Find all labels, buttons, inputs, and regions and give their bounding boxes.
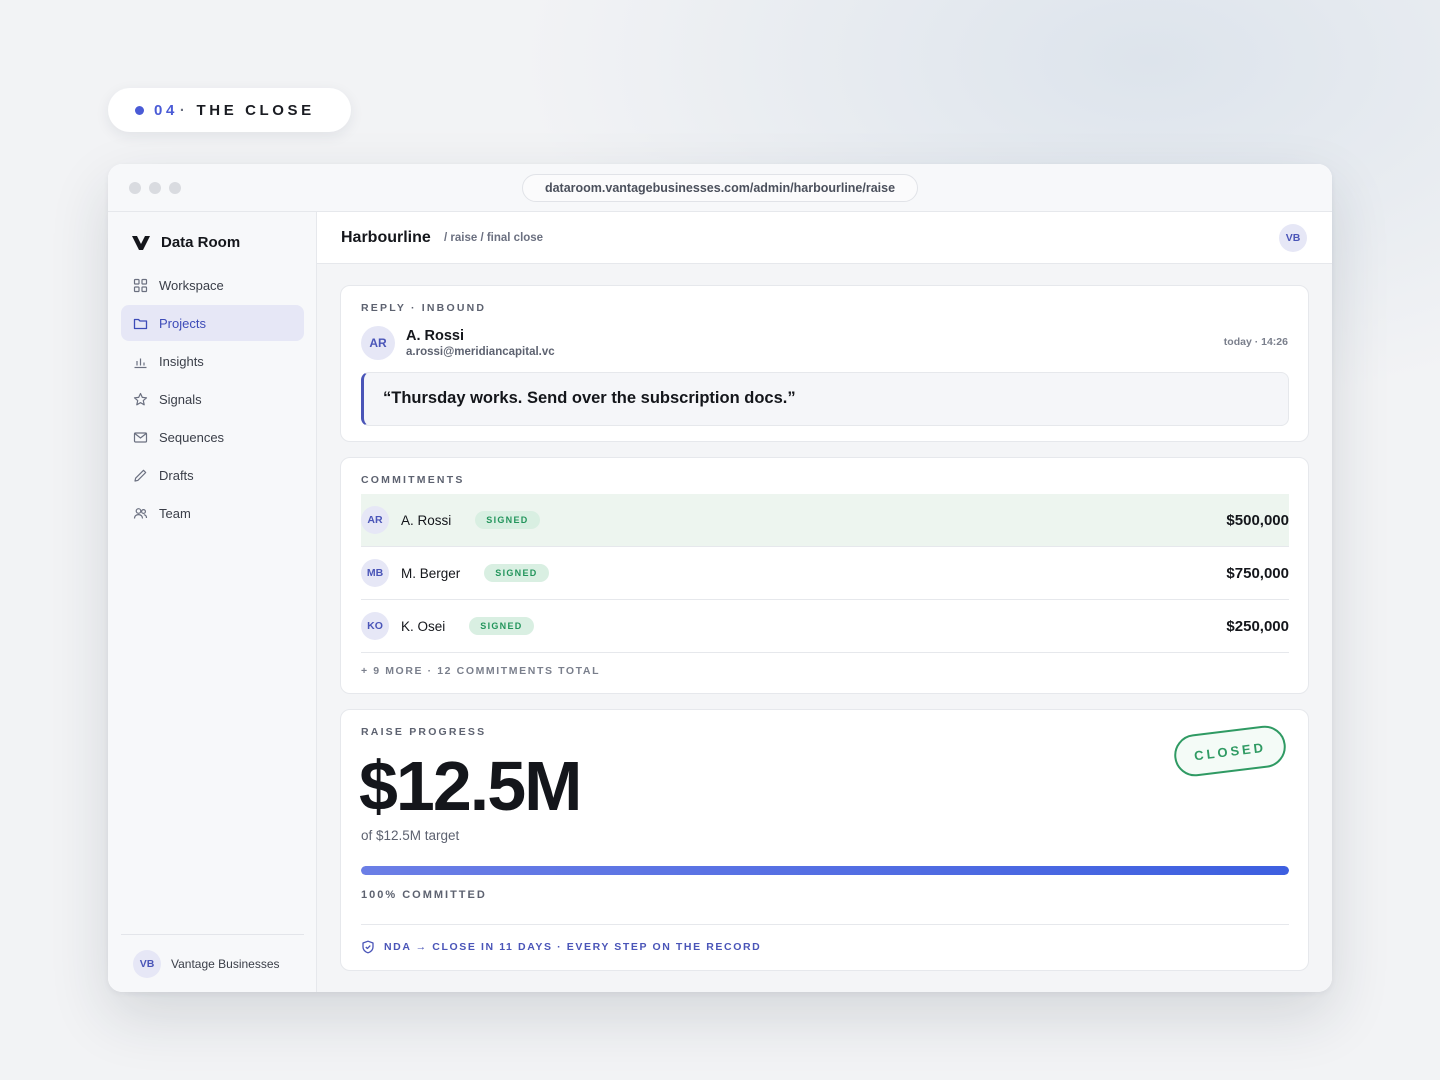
browser-window: dataroom.vantagebusinesses.com/admin/har… [108,164,1332,992]
commitments-list: AR A. Rossi SIGNED $500,000 MB M. Berger… [361,494,1289,653]
investor-name: K. Osei [401,618,446,634]
raise-label: RAISE PROGRESS [361,726,487,738]
raise-amount: $12.5M [359,747,582,825]
commitments-label: COMMITMENTS [361,474,465,486]
user-avatar[interactable]: VB [1279,224,1307,252]
progress-fill [361,866,1289,875]
page-header: Harbourline / raise / final close VB [317,212,1332,264]
brand[interactable]: Data Room [132,234,240,251]
sidebar-item-label: Signals [159,391,202,407]
closed-stamp: CLOSED [1171,723,1289,779]
sidebar-item-projects[interactable]: Projects [121,305,304,341]
sidebar-item-label: Drafts [159,467,194,483]
main-content: Harbourline / raise / final close VB REP… [317,212,1332,992]
mail-icon [133,430,148,445]
step-title: THE CLOSE [196,101,315,119]
sender-name: A. Rossi [406,328,465,344]
avatar: KO [361,612,389,640]
star-icon [133,392,148,407]
users-icon [133,506,148,521]
page-title: Harbourline [341,229,431,246]
brand-name: Data Room [161,234,241,251]
window-controls [129,182,181,194]
raise-progress-card: RAISE PROGRESS $12.5M of $12.5M target C… [340,709,1309,971]
raise-target: of $12.5M target [361,828,460,843]
step-separator: · [179,101,189,119]
shield-check-icon [362,940,374,954]
commitments-card: COMMITMENTS AR A. Rossi SIGNED $500,000 … [340,457,1309,694]
table-row[interactable]: KO K. Osei SIGNED $250,000 [361,600,1289,653]
folder-icon [133,316,148,331]
avatar: MB [361,559,389,587]
avatar: AR [361,326,395,360]
grid-icon [133,278,148,293]
progress-label: 100% COMMITTED [361,889,487,901]
workspace-switcher[interactable]: VB Vantage Businesses [121,934,304,992]
reply-timestamp: today · 14:26 [1223,336,1288,348]
investor-name: A. Rossi [401,512,452,528]
minimize-window-button[interactable] [149,182,161,194]
workspace-name: Vantage Businesses [171,956,280,971]
status-badge: SIGNED [469,617,534,635]
sidebar: Data Room Workspace Projects Insights Si… [108,212,317,992]
reply-sender[interactable]: AR A. Rossi a.rossi@meridiancapital.vc [361,326,555,360]
step-dot-icon [135,105,144,115]
sidebar-item-insights[interactable]: Insights [121,343,304,379]
sidebar-item-sequences[interactable]: Sequences [121,419,304,455]
bar-chart-icon [133,354,148,369]
address-bar[interactable]: dataroom.vantagebusinesses.com/admin/har… [522,174,918,202]
investor-name: M. Berger [401,565,461,581]
sidebar-item-drafts[interactable]: Drafts [121,457,304,493]
more-commitments-link[interactable]: + 9 MORE · 12 COMMITMENTS TOTAL [361,665,600,677]
maximize-window-button[interactable] [169,182,181,194]
sidebar-item-label: Workspace [159,277,224,293]
step-indicator: 04 · THE CLOSE [108,88,351,132]
step-number: 04 [154,101,178,119]
sidebar-item-label: Projects [159,315,206,331]
browser-titlebar: dataroom.vantagebusinesses.com/admin/har… [108,164,1332,212]
reply-label: REPLY · INBOUND [361,302,487,314]
avatar: AR [361,506,389,534]
reply-card: REPLY · INBOUND AR A. Rossi a.rossi@meri… [340,285,1309,442]
sidebar-item-label: Sequences [159,429,225,445]
progress-bar [361,866,1289,875]
sender-email: a.rossi@meridiancapital.vc [406,346,555,358]
sidebar-item-signals[interactable]: Signals [121,381,304,417]
commitment-amount: $250,000 [1226,617,1289,635]
commitment-amount: $500,000 [1226,511,1289,529]
table-row[interactable]: AR A. Rossi SIGNED $500,000 [361,494,1289,547]
pencil-icon [133,468,148,483]
sidebar-item-label: Insights [159,353,204,369]
reply-quote: “Thursday works. Send over the subscript… [361,372,1289,426]
sender-info: A. Rossi a.rossi@meridiancapital.vc [406,328,555,358]
table-row[interactable]: MB M. Berger SIGNED $750,000 [361,547,1289,600]
divider [361,924,1289,925]
sidebar-item-label: Team [159,505,191,521]
close-window-button[interactable] [129,182,141,194]
commitment-amount: $750,000 [1226,564,1289,582]
breadcrumb[interactable]: / raise / final close [444,232,543,244]
status-badge: SIGNED [475,511,540,529]
sidebar-nav: Workspace Projects Insights Signals Sequ… [121,267,304,533]
raise-footer-text: NDA → CLOSE IN 11 DAYS · EVERY STEP ON T… [384,941,762,953]
brand-logo-icon [132,235,150,250]
avatar: VB [133,949,161,978]
sidebar-item-workspace[interactable]: Workspace [121,267,304,303]
sidebar-item-team[interactable]: Team [121,495,304,531]
raise-footer: NDA → CLOSE IN 11 DAYS · EVERY STEP ON T… [361,940,761,954]
status-badge: SIGNED [484,564,549,582]
